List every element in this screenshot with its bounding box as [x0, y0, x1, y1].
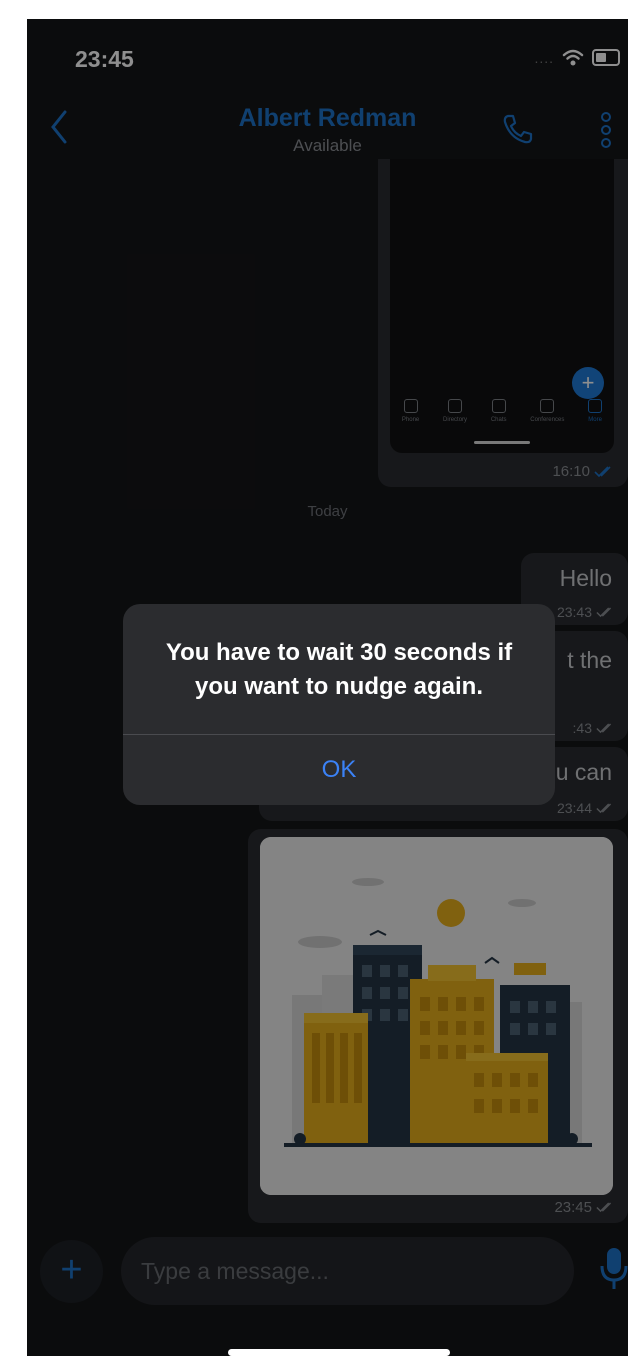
ok-button[interactable]: OK: [123, 735, 555, 805]
alert-message: You have to wait 30 seconds if you want …: [165, 639, 513, 700]
nudge-alert-dialog: You have to wait 30 seconds if you want …: [123, 604, 555, 805]
home-indicator: [228, 1349, 450, 1356]
phone-screen: 23:45 .... Albert Redman Available + Pho…: [27, 19, 628, 1356]
